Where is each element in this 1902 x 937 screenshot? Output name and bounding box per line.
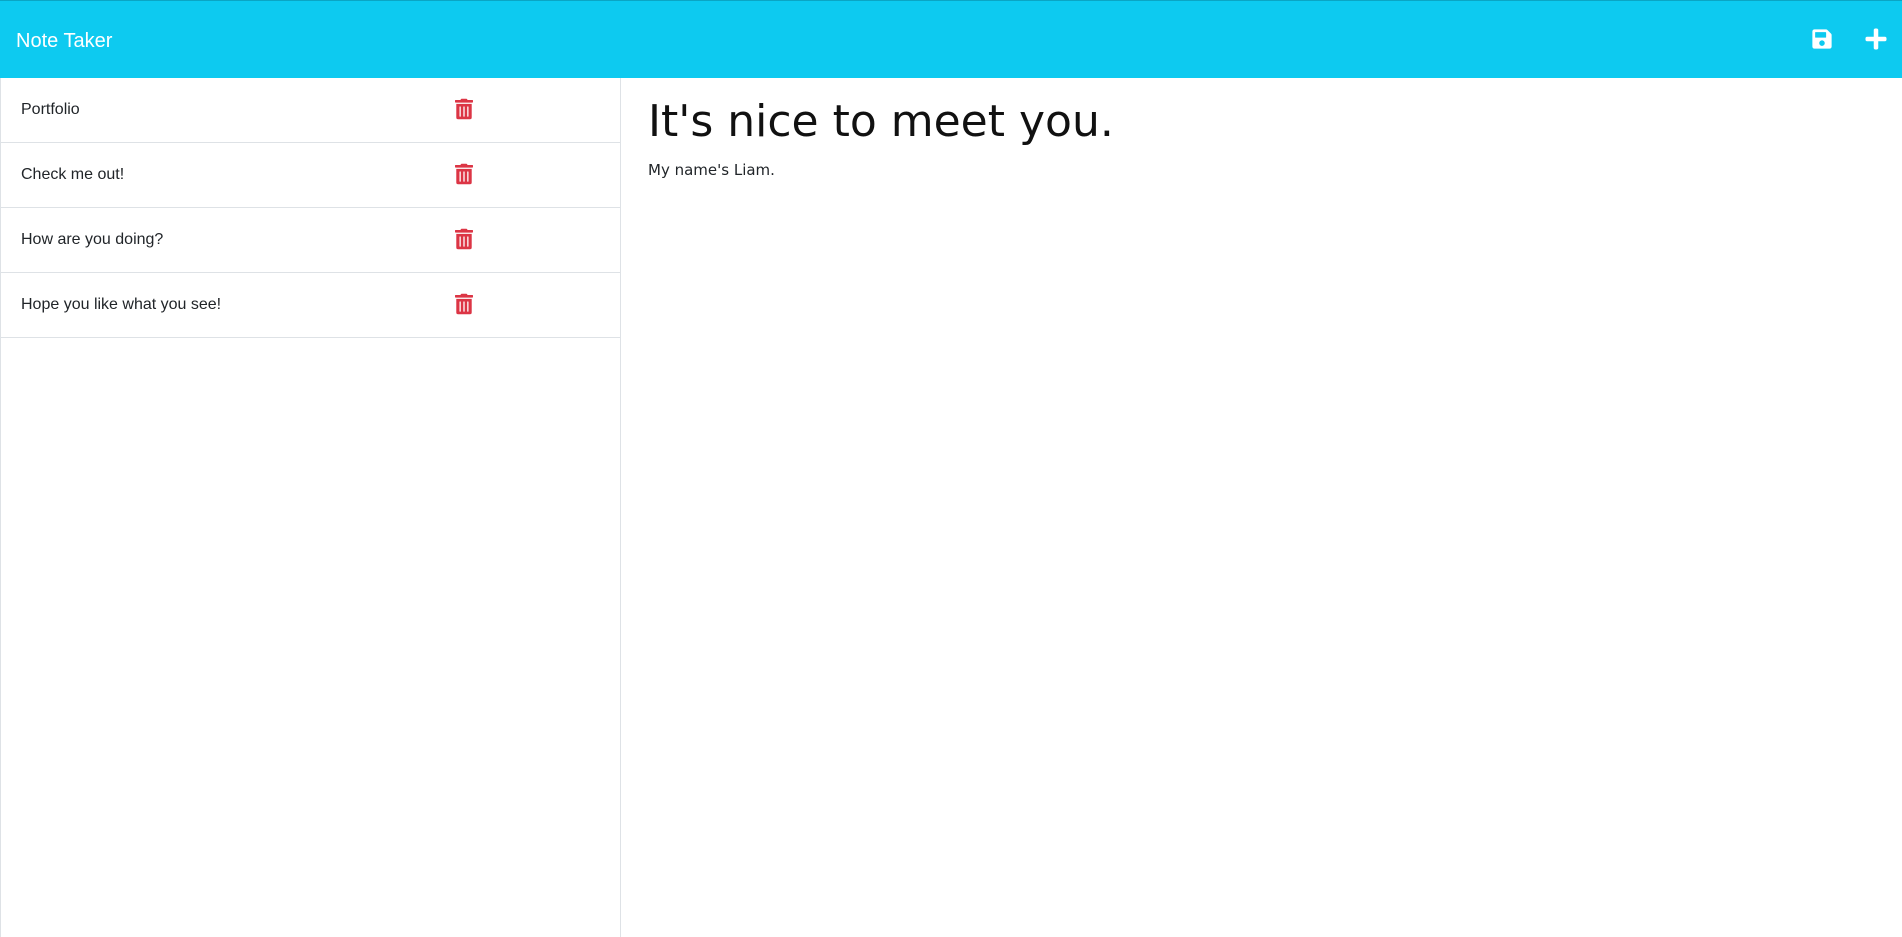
note-title-label: Hope you like what you see!: [21, 296, 222, 313]
new-note-button[interactable]: [1862, 25, 1890, 53]
trash-icon[interactable]: [455, 163, 473, 185]
navbar: Note Taker: [0, 0, 1902, 78]
note-title-input[interactable]: [648, 90, 1848, 154]
trash-icon[interactable]: [455, 293, 473, 315]
note-title-label: How are you doing?: [21, 231, 164, 248]
trash-icon[interactable]: [455, 228, 473, 250]
note-list-item[interactable]: Hope you like what you see!: [1, 273, 620, 338]
note-list-item[interactable]: Check me out!: [1, 143, 620, 208]
note-body-textarea[interactable]: My name's Liam.: [648, 160, 1848, 860]
plus-icon: [1865, 28, 1887, 50]
note-editor: My name's Liam.: [621, 78, 1902, 937]
app-brand[interactable]: Note Taker: [16, 29, 112, 53]
note-title-label: Check me out!: [21, 166, 125, 183]
note-list-item[interactable]: Portfolio: [1, 78, 620, 143]
notes-sidebar: Portfolio Check me out! How are you doin…: [0, 78, 621, 937]
save-note-button[interactable]: [1808, 25, 1836, 53]
note-list-item[interactable]: How are you doing?: [1, 208, 620, 273]
trash-icon[interactable]: [455, 98, 473, 120]
note-title-label: Portfolio: [21, 101, 80, 118]
save-icon: [1812, 29, 1832, 49]
